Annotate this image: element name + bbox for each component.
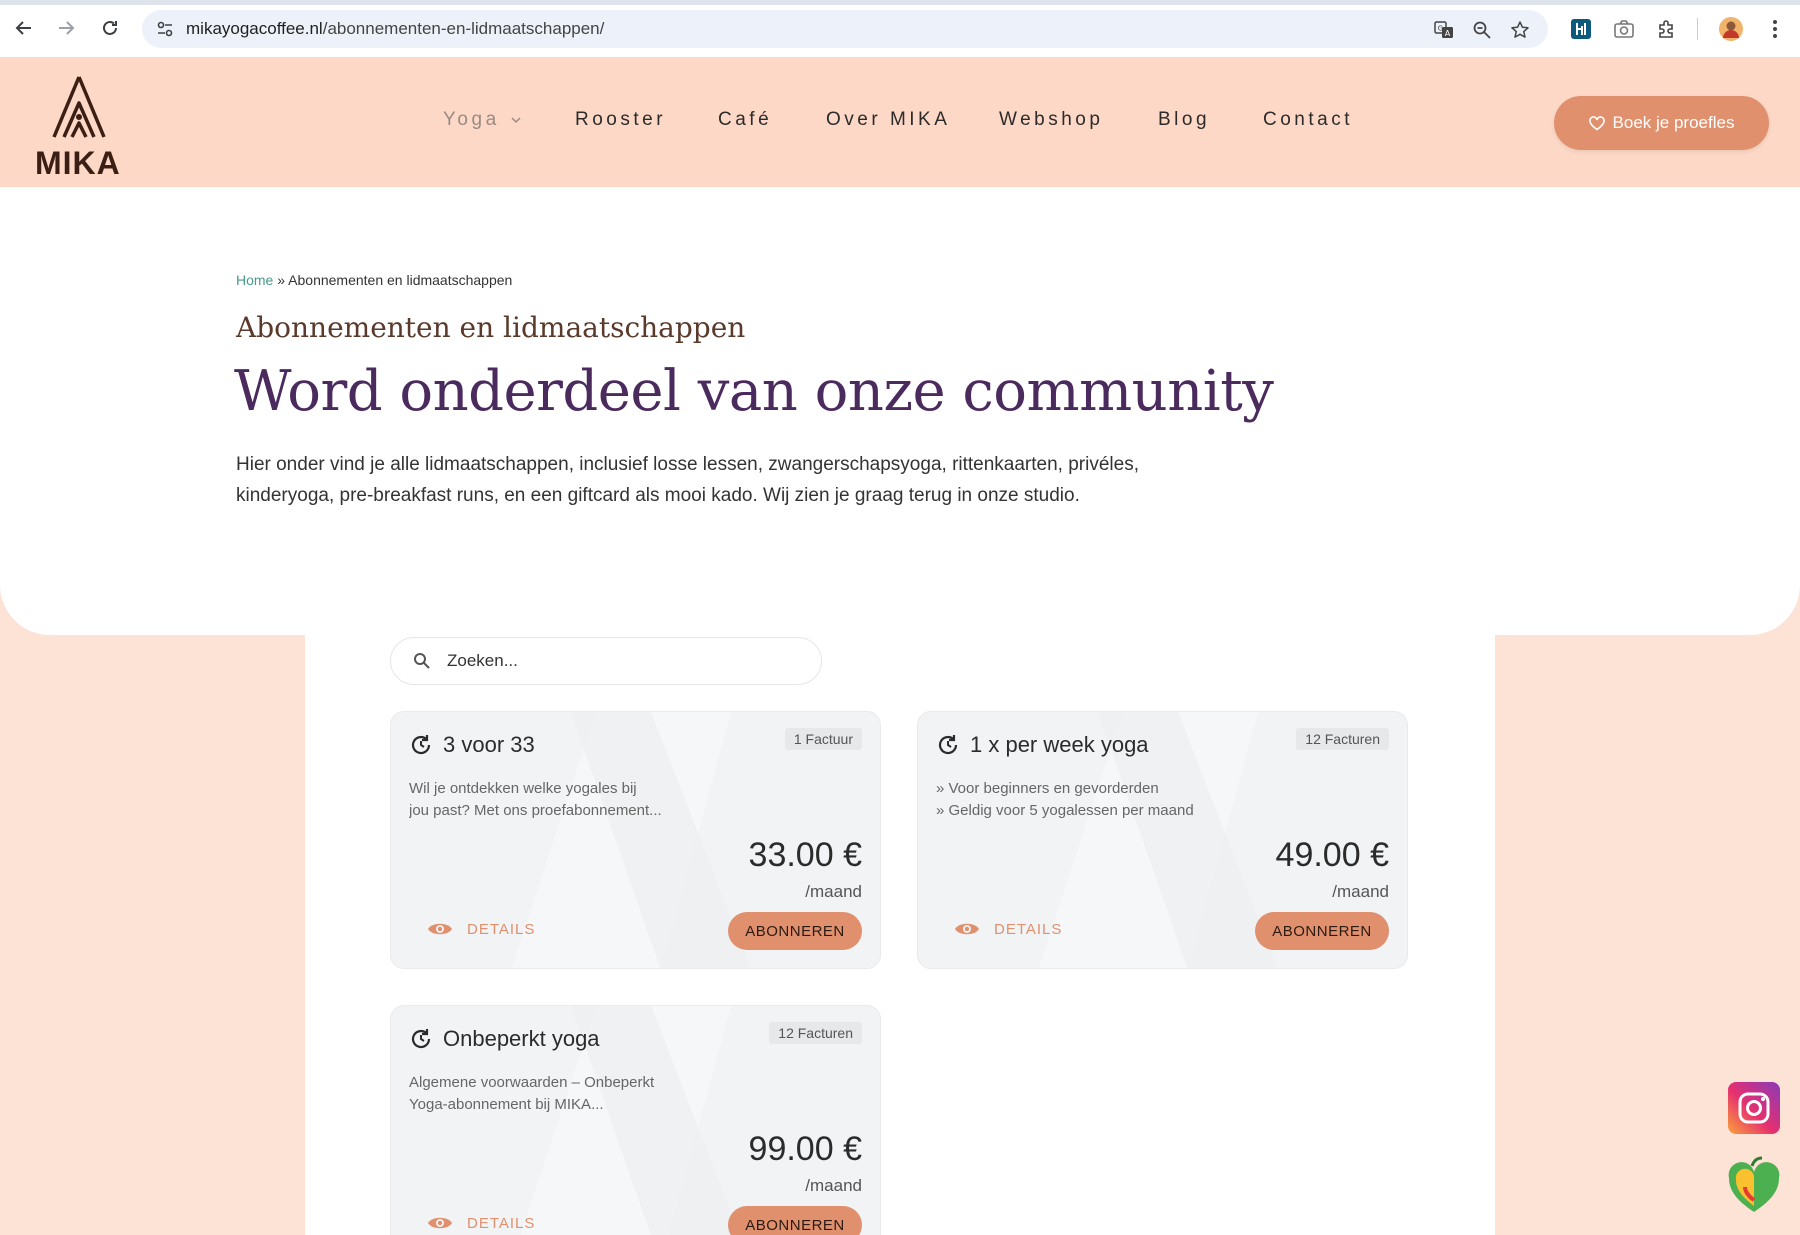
card-title: Onbeperkt yoga [443, 1026, 600, 1051]
subscription-card: Onbeperkt yoga 12 Facturen Algemene voor… [390, 1005, 881, 1235]
invoice-badge: 1 Factuur [784, 728, 862, 750]
card-period: /maand [1332, 882, 1389, 901]
browser-chrome: mikayogacoffee.nl/abonnementen-en-lidmaa… [0, 0, 1800, 57]
tune-icon[interactable] [154, 18, 176, 40]
reload-icon[interactable] [96, 14, 124, 42]
details-link[interactable]: DETAILS [427, 920, 535, 938]
nav-item-over-mika[interactable]: Over MIKA [826, 109, 950, 131]
card-title-row: 1 x per week yoga [936, 732, 1149, 758]
subscription-card: 1 x per week yoga 12 Facturen » Voor beg… [917, 711, 1408, 969]
toolbar-divider [1697, 18, 1698, 40]
card-description: Wil je ontdekken welke yogales bij jou p… [409, 778, 679, 822]
main-nav: Yoga Rooster Café Over MIKA Webshop Blog… [0, 57, 1800, 187]
avatar[interactable] [1718, 16, 1744, 42]
details-label: DETAILS [994, 920, 1063, 938]
card-description: » Voor beginners en gevorderden » Geldig… [936, 778, 1206, 822]
puzzle-icon[interactable] [1654, 16, 1680, 42]
card-description-line: jou past? Met ons proefabonnement... [409, 802, 662, 819]
details-link[interactable]: DETAILS [954, 920, 1062, 938]
url-path: /abonnementen-en-lidmaatschappen/ [322, 19, 605, 38]
details-label: DETAILS [467, 1214, 536, 1232]
svg-text:G: G [1438, 25, 1443, 33]
card-description-line: » Voor beginners en gevorderden [936, 780, 1159, 797]
breadcrumb-separator: » [273, 272, 289, 288]
card-description-line: » Geldig voor 5 yogalessen per maand [936, 802, 1194, 819]
nav-item-webshop[interactable]: Webshop [999, 109, 1103, 131]
book-trial-label: Boek je proefles [1612, 113, 1735, 132]
star-icon[interactable] [1508, 18, 1532, 42]
nav-item-blog[interactable]: Blog [1158, 109, 1210, 131]
page-subtitle: Abonnementen en lidmaatschappen [236, 311, 746, 344]
card-title: 1 x per week yoga [970, 732, 1149, 757]
nav-item-cafe[interactable]: Café [718, 109, 772, 131]
breadcrumb-home-link[interactable]: Home [236, 272, 273, 288]
recurring-icon [938, 735, 958, 755]
details-link[interactable]: DETAILS [427, 1214, 535, 1232]
search-input[interactable] [447, 651, 747, 671]
eye-icon [955, 923, 979, 935]
page-title: Word onderdeel van onze community [234, 359, 1274, 424]
search-box [390, 637, 822, 685]
invoice-badge: 12 Facturen [769, 1022, 862, 1044]
nav-item-rooster[interactable]: Rooster [575, 109, 666, 131]
extension-h-icon[interactable] [1568, 16, 1594, 42]
eye-icon [428, 1217, 452, 1229]
details-label: DETAILS [467, 920, 536, 938]
heart-icon [1588, 115, 1605, 130]
card-description-line: Algemene voorwaarden – Onbeperkt [409, 1074, 655, 1091]
book-trial-button[interactable]: Boek je proefles [1554, 96, 1769, 150]
card-price: 49.00 € [1275, 836, 1389, 874]
card-price: 99.00 € [748, 1130, 862, 1168]
back-icon[interactable] [10, 14, 38, 42]
heart-badge-icon[interactable] [1726, 1156, 1782, 1220]
url-host: mikayogacoffee.nl [186, 19, 323, 38]
card-title: 3 voor 33 [443, 732, 535, 757]
svg-text:A: A [1445, 29, 1451, 38]
card-period: /maand [805, 882, 862, 901]
zoom-icon[interactable] [1470, 18, 1494, 42]
recurring-icon [411, 1029, 431, 1049]
camera-icon[interactable] [1611, 16, 1637, 42]
hero-section: Home » Abonnementen en lidmaatschappen A… [0, 187, 1800, 635]
card-description-line: Yoga-abonnement bij MIKA... [409, 1096, 604, 1113]
subscribe-button[interactable]: ABONNEREN [728, 1206, 862, 1235]
card-description-line: Wil je ontdekken welke yogales bij [409, 780, 637, 797]
card-description: Algemene voorwaarden – Onbeperkt Yoga-ab… [409, 1072, 679, 1116]
tab-strip-edge [0, 0, 1800, 5]
nav-item-yoga[interactable]: Yoga [443, 109, 522, 131]
card-title-row: Onbeperkt yoga [409, 1026, 600, 1052]
breadcrumb: Home » Abonnementen en lidmaatschappen [236, 272, 512, 288]
card-period: /maand [805, 1176, 862, 1195]
site-header: MIKA Yoga Rooster Café Over MIKA Webshop… [0, 57, 1800, 187]
intro-text: Hier onder vind je alle lidmaatschappen,… [236, 454, 1139, 506]
nav-item-yoga-label: Yoga [443, 109, 500, 130]
invoice-badge: 12 Facturen [1296, 728, 1389, 750]
translate-icon[interactable]: AG [1432, 18, 1456, 42]
subscription-card: 3 voor 33 1 Factuur Wil je ontdekken wel… [390, 711, 881, 969]
nav-item-contact[interactable]: Contact [1263, 109, 1353, 131]
search-icon [414, 653, 430, 669]
address-bar[interactable]: mikayogacoffee.nl/abonnementen-en-lidmaa… [142, 10, 1548, 48]
eye-icon [428, 923, 452, 935]
breadcrumb-current: Abonnementen en lidmaatschappen [288, 272, 513, 288]
subscribe-button[interactable]: ABONNEREN [1255, 912, 1389, 950]
url-text: mikayogacoffee.nl/abonnementen-en-lidmaa… [186, 19, 604, 39]
forward-icon[interactable] [52, 14, 80, 42]
kebab-menu-icon[interactable] [1762, 16, 1788, 42]
card-price: 33.00 € [748, 836, 862, 874]
recurring-icon [411, 735, 431, 755]
subscribe-button[interactable]: ABONNEREN [728, 912, 862, 950]
instagram-icon[interactable] [1727, 1081, 1781, 1139]
card-title-row: 3 voor 33 [409, 732, 535, 758]
chevron-down-icon [511, 117, 521, 124]
